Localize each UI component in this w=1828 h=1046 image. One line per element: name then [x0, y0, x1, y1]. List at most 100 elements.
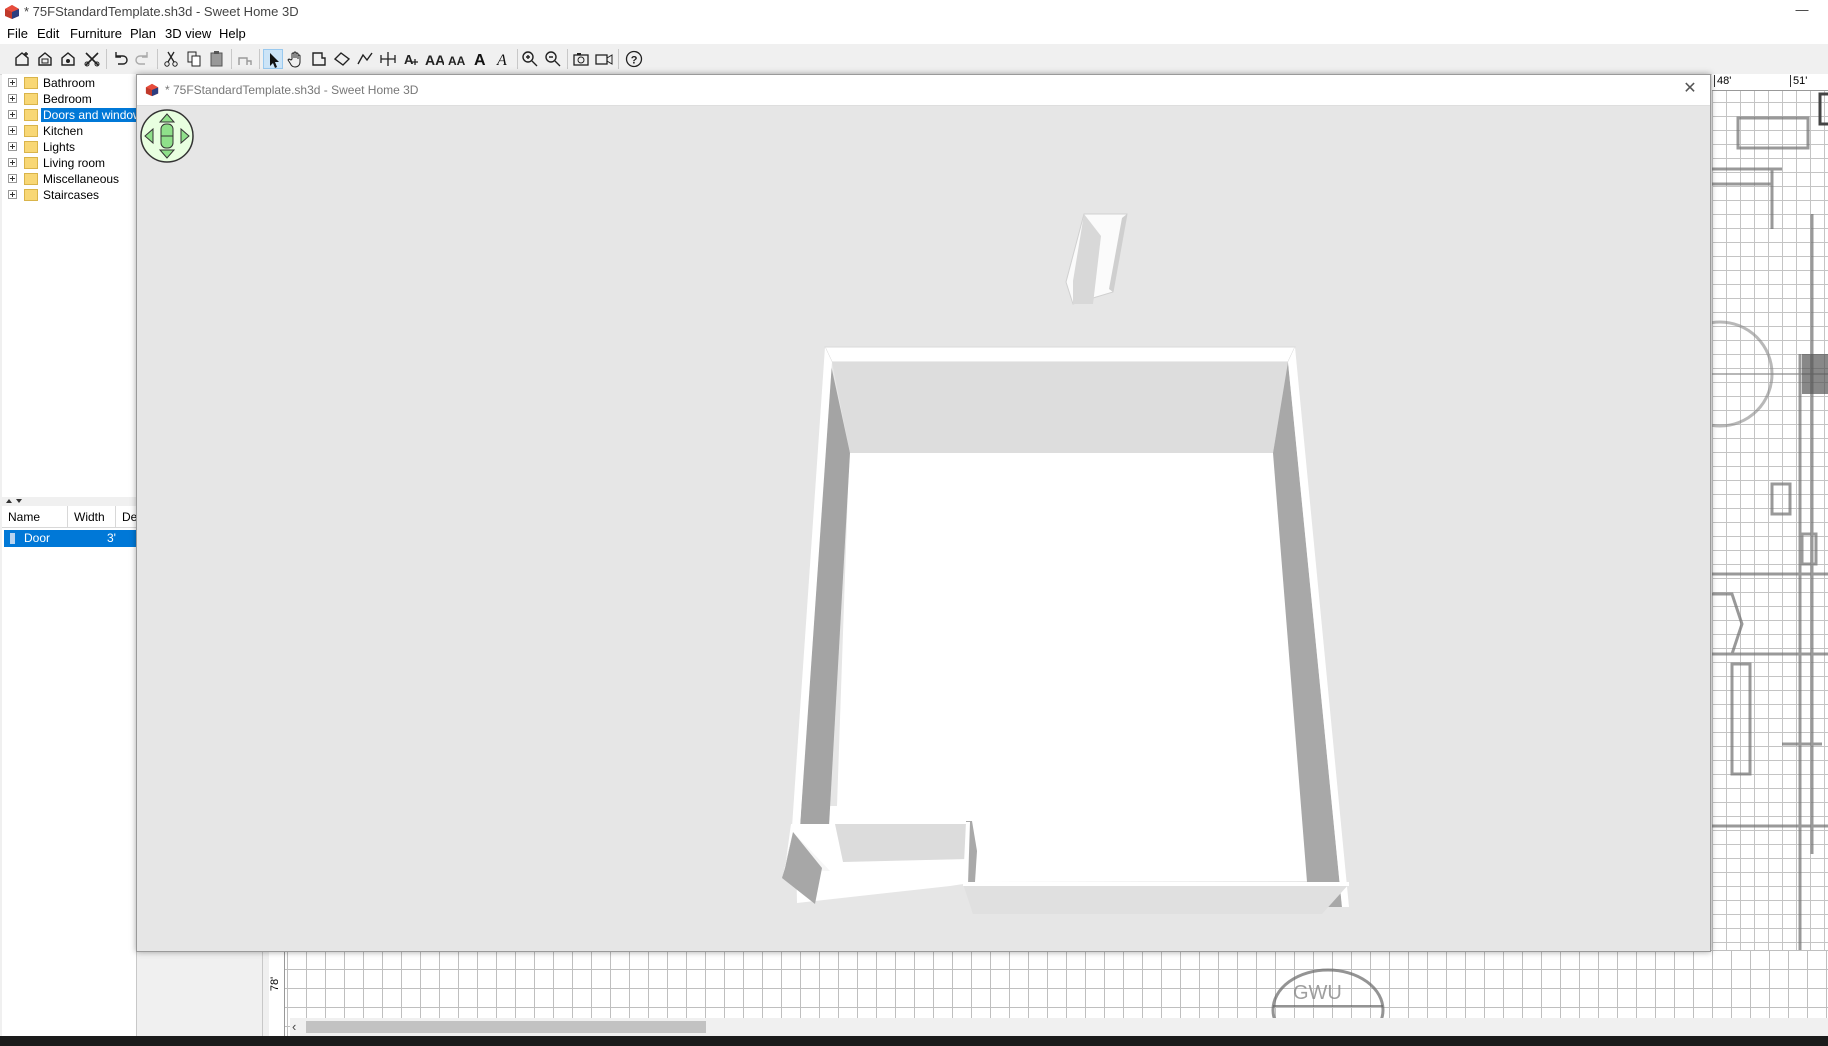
catalog-category-miscellaneous[interactable]: Miscellaneous — [2, 171, 136, 187]
catalog-category-bedroom[interactable]: Bedroom — [2, 91, 136, 107]
scroll-left-icon[interactable]: ‹ — [292, 1019, 296, 1034]
catalog-category-kitchen[interactable]: Kitchen — [2, 123, 136, 139]
catalog-category-bathroom[interactable]: Bathroom — [2, 75, 136, 91]
paste-icon[interactable] — [207, 49, 227, 69]
column-header-depth[interactable]: De — [116, 506, 136, 528]
select-icon[interactable] — [263, 49, 283, 69]
close-icon[interactable]: ✕ — [1680, 79, 1700, 99]
menu-furniture[interactable]: Furniture — [70, 26, 122, 41]
zoom-out-icon[interactable] — [543, 49, 563, 69]
create-photo-icon[interactable] — [571, 49, 591, 69]
svg-text:A: A — [474, 52, 486, 69]
save-icon[interactable] — [58, 49, 78, 69]
menu-help[interactable]: Help — [219, 26, 246, 41]
ruler-tick-label: 48' — [1714, 75, 1731, 87]
3d-room[interactable] — [782, 346, 1349, 914]
pane-splitter[interactable] — [2, 497, 136, 505]
toolbar: A AA AA A A ? — [0, 44, 1828, 75]
cut-tool-icon[interactable] — [82, 49, 102, 69]
catalog-category-lights[interactable]: Lights — [2, 139, 136, 155]
svg-text:GWU: GWU — [1293, 982, 1342, 1004]
svg-text:AA: AA — [448, 54, 466, 68]
create-video-icon[interactable] — [594, 49, 614, 69]
expand-icon[interactable] — [8, 78, 17, 87]
zoom-in-icon[interactable] — [520, 49, 540, 69]
expand-icon[interactable] — [8, 158, 17, 167]
expand-icon[interactable] — [8, 174, 17, 183]
svg-text:?: ? — [631, 55, 638, 67]
scrollbar-thumb[interactable] — [306, 1021, 706, 1033]
folder-icon — [24, 173, 38, 185]
title-bar: * 75FStandardTemplate.sh3d - Sweet Home … — [0, 0, 1828, 24]
svg-text:A: A — [404, 52, 414, 67]
furniture-table: Name Width De Door 3' — [2, 506, 137, 1036]
pan-icon[interactable] — [286, 49, 306, 69]
3d-door-object[interactable] — [1065, 213, 1128, 305]
folder-icon — [24, 141, 38, 153]
taskbar-edge — [0, 1036, 1828, 1046]
plan-ruler-top: 48' 51' — [1712, 74, 1828, 91]
door-icon — [10, 533, 15, 544]
redo-icon[interactable] — [133, 49, 153, 69]
column-header-name[interactable]: Name — [2, 506, 68, 528]
new-home-icon[interactable] — [12, 49, 32, 69]
catalog-category-staircases[interactable]: Staircases — [2, 187, 136, 203]
increase-text-icon[interactable]: AA — [424, 49, 445, 69]
3d-view-title-bar[interactable]: * 75FStandardTemplate.sh3d - Sweet Home … — [137, 75, 1710, 106]
window-title: * 75FStandardTemplate.sh3d - Sweet Home … — [24, 4, 299, 19]
splitter-arrows-icon[interactable] — [4, 497, 24, 505]
plan-view[interactable] — [1712, 74, 1828, 954]
folder-icon — [24, 109, 38, 121]
create-walls-icon[interactable] — [309, 49, 329, 69]
svg-text:A: A — [496, 52, 507, 69]
catalog-category-doors-and-windows[interactable]: Doors and windows — [2, 107, 136, 123]
folder-icon — [24, 125, 38, 137]
menu-file[interactable]: File — [7, 26, 28, 41]
ruler-tick-label: 78' — [269, 976, 282, 992]
catalog-category-living-room[interactable]: Living room — [2, 155, 136, 171]
undo-icon[interactable] — [110, 49, 130, 69]
svg-text:AA: AA — [425, 52, 444, 68]
copy-icon[interactable] — [184, 49, 204, 69]
menu-bar: File Edit Furniture Plan 3D view Help — [0, 24, 1828, 44]
decrease-text-icon[interactable]: AA — [447, 49, 467, 69]
create-polylines-icon[interactable] — [355, 49, 375, 69]
navigation-arrows-icon[interactable] — [140, 109, 194, 163]
help-icon[interactable]: ? — [624, 49, 644, 69]
furniture-catalog-tree: Bathroom Bedroom Doors and windows Kitch… — [2, 74, 137, 497]
row-width: 3' — [107, 531, 116, 545]
3d-scene[interactable] — [137, 106, 1710, 951]
expand-icon[interactable] — [8, 94, 17, 103]
plan-ruler-left: 78' — [268, 950, 285, 1036]
expand-icon[interactable] — [8, 110, 17, 119]
plan-drawing — [1712, 92, 1828, 954]
sweet-home-3d-logo-icon — [145, 83, 159, 97]
folder-icon — [24, 77, 38, 89]
3d-view-title: * 75FStandardTemplate.sh3d - Sweet Home … — [165, 83, 419, 97]
3d-view-window[interactable]: * 75FStandardTemplate.sh3d - Sweet Home … — [136, 74, 1711, 952]
sweet-home-3d-logo-icon — [5, 5, 19, 19]
create-dimensions-icon[interactable] — [378, 49, 398, 69]
create-rooms-icon[interactable] — [332, 49, 352, 69]
expand-icon[interactable] — [8, 190, 17, 199]
cut-icon[interactable] — [161, 49, 181, 69]
menu-plan[interactable]: Plan — [130, 26, 156, 41]
row-name: Door — [24, 531, 51, 545]
open-icon[interactable] — [35, 49, 55, 69]
column-header-width[interactable]: Width — [68, 506, 116, 528]
bold-text-icon[interactable]: A — [470, 49, 490, 69]
italic-text-icon[interactable]: A — [493, 49, 513, 69]
folder-icon — [24, 189, 38, 201]
plan-splitter[interactable] — [262, 950, 269, 1036]
menu-edit[interactable]: Edit — [37, 26, 59, 41]
add-furniture-icon[interactable] — [235, 49, 255, 69]
create-labels-icon[interactable]: A — [401, 49, 421, 69]
menu-3d-view[interactable]: 3D view — [165, 26, 211, 41]
table-row[interactable]: Door 3' — [4, 530, 136, 547]
folder-icon — [24, 157, 38, 169]
expand-icon[interactable] — [8, 142, 17, 151]
minimize-button[interactable]: — — [1790, 0, 1814, 24]
folder-icon — [24, 93, 38, 105]
ruler-tick-label: 51' — [1790, 75, 1807, 87]
expand-icon[interactable] — [8, 126, 17, 135]
